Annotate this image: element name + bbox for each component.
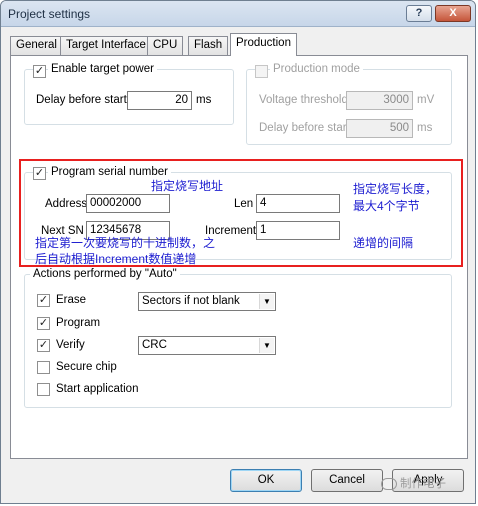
tab-flash[interactable]: Flash: [188, 36, 229, 55]
help-button[interactable]: ?: [406, 5, 432, 22]
enable-target-power-label: Enable target power: [48, 63, 157, 75]
program-label: Program: [56, 317, 101, 329]
next-sn-annotation-line-2: 后自动根据Increment数值递增: [35, 252, 197, 266]
secure-chip-label: Secure chip: [56, 361, 117, 373]
production-delay-label: Delay before start: [259, 122, 350, 134]
enable-target-power-checkbox[interactable]: ✓: [33, 65, 46, 78]
power-delay-label: Delay before start: [36, 94, 127, 106]
verify-mode-select[interactable]: CRC ▼: [138, 336, 276, 355]
auto-actions-label: Actions performed by "Auto": [30, 268, 180, 280]
annotation-highlight-box: [19, 159, 463, 267]
voltage-unit: mV: [417, 94, 435, 106]
power-delay-field[interactable]: 20: [127, 91, 192, 110]
close-button[interactable]: X: [435, 5, 471, 22]
power-delay-unit: ms: [196, 94, 212, 106]
watermark: 制作电子: [381, 475, 446, 491]
production-delay-field[interactable]: 500: [346, 119, 413, 138]
project-settings-window: Project settings ? X General Target Inte…: [0, 0, 476, 504]
window-title: Project settings: [8, 7, 91, 21]
len-annotation-line-2: 最大4个字节: [353, 199, 420, 213]
start-application-checkbox[interactable]: [37, 383, 50, 396]
program-checkbox[interactable]: ✓: [37, 317, 50, 330]
erase-mode-value: Sectors if not blank: [142, 295, 240, 307]
production-mode-label: Production mode: [270, 63, 363, 75]
erase-label: Erase: [56, 294, 87, 306]
address-annotation: 指定烧写地址: [151, 179, 224, 193]
voltage-threshold-label: Voltage threshold: [259, 94, 348, 106]
start-application-label: Start application: [56, 383, 139, 395]
wechat-icon: [381, 477, 397, 490]
tab-production[interactable]: Production: [230, 33, 297, 56]
voltage-threshold-field[interactable]: 3000: [346, 91, 413, 110]
chevron-down-icon[interactable]: ▼: [259, 294, 274, 309]
increment-annotation: 递增的间隔: [353, 236, 414, 250]
secure-chip-checkbox[interactable]: [37, 361, 50, 374]
title-bar[interactable]: Project settings ? X: [1, 1, 475, 27]
tab-target-interface[interactable]: Target Interface: [60, 36, 152, 55]
tab-cpu[interactable]: CPU: [147, 36, 184, 55]
watermark-text: 制作电子: [400, 478, 446, 490]
verify-checkbox[interactable]: ✓: [37, 339, 50, 352]
verify-label: Verify: [56, 339, 85, 351]
cancel-button[interactable]: Cancel: [311, 469, 383, 492]
production-delay-unit: ms: [417, 122, 433, 134]
production-mode-checkbox[interactable]: [255, 65, 268, 78]
tab-general[interactable]: General: [10, 36, 63, 55]
next-sn-annotation-line-1: 指定第一次要烧写的十进制数，之: [35, 236, 216, 250]
erase-mode-select[interactable]: Sectors if not blank ▼: [138, 292, 276, 311]
ok-button[interactable]: OK: [230, 469, 302, 492]
verify-mode-value: CRC: [142, 339, 167, 351]
erase-checkbox[interactable]: ✓: [37, 294, 50, 307]
len-annotation-line-1: 指定烧写长度，: [353, 182, 438, 196]
chevron-down-icon[interactable]: ▼: [259, 338, 274, 353]
